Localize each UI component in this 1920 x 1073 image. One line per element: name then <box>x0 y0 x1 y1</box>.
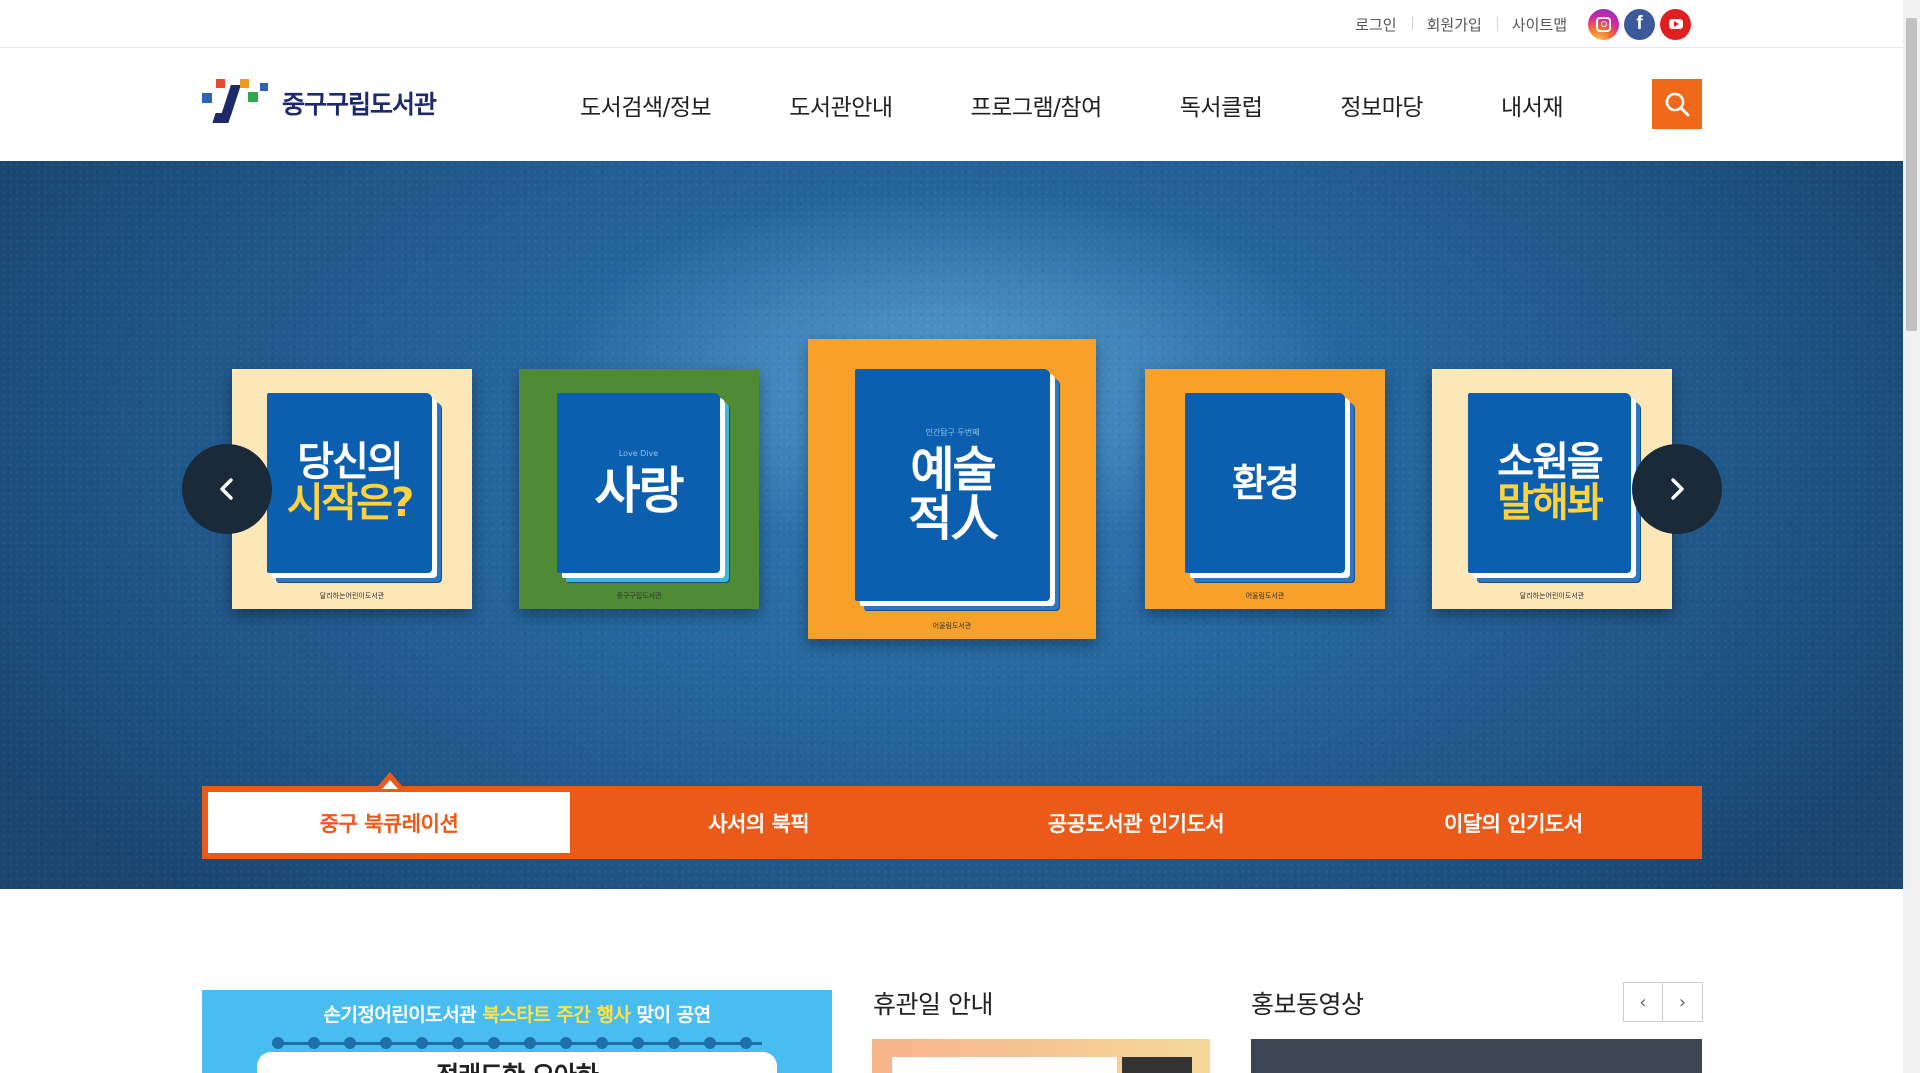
promo-video-thumbnail[interactable] <box>1251 1039 1702 1073</box>
nav-library-info[interactable]: 도서관안내 <box>789 88 893 122</box>
book-title: 사랑 <box>594 462 685 520</box>
search-button[interactable] <box>1652 79 1702 129</box>
book-title: 말해봐 <box>1497 480 1603 526</box>
curation-tabs: 중구 북큐레이션 사서의 북픽 공공도서관 인기도서 이달의 인기도서 <box>202 772 1702 859</box>
nav-reading-club[interactable]: 독서클럽 <box>1180 88 1263 122</box>
book-title: 환경 <box>1232 460 1300 505</box>
page: 로그인 회원가입 사이트맵 f 중구구립도서관 도서검색/정보 도서관안내 프로… <box>0 0 1920 1073</box>
video-nav: ‹ › <box>1623 982 1703 1022</box>
carousel-slide[interactable]: 환경 어울림도서관 <box>1145 369 1385 609</box>
closed-days-title[interactable]: 휴관일 안내 <box>873 985 993 1021</box>
book-cover: Love Dive 사랑 <box>557 393 720 573</box>
nav-book-search[interactable]: 도서검색/정보 <box>580 88 712 122</box>
sitemap-link[interactable]: 사이트맵 <box>1496 14 1582 35</box>
tab-librarian-pick[interactable]: 사서의 북픽 <box>570 792 947 853</box>
login-link[interactable]: 로그인 <box>1340 14 1411 35</box>
book-title: 소원을 <box>1497 439 1603 486</box>
closed-days-calendar <box>872 1039 1210 1073</box>
event-banner[interactable]: 손기정어린이도서관 북스타트 주간 행사 맞이 공연 정래도한 오아하 <box>202 990 832 1073</box>
facebook-icon[interactable]: f <box>1624 8 1655 40</box>
site-logo[interactable]: 중구구립도서관 <box>202 79 437 127</box>
carousel-slide-active[interactable]: 인간탐구 두번째 예술 적人 어울림도서관 <box>808 339 1096 639</box>
tab-junggu-curation[interactable]: 중구 북큐레이션 <box>208 772 570 853</box>
book-subtitle: 인간탐구 두번째 <box>925 427 980 437</box>
slide-footer: 달리하는어린이도서관 <box>1519 592 1585 600</box>
logo-mark-icon <box>202 79 272 127</box>
book-cover: 환경 <box>1185 393 1345 573</box>
slide-footer: 중구구립도서관 <box>616 592 662 600</box>
book-title: 시작은? <box>286 480 415 526</box>
book-curation-carousel: 당신의 시작은? 달리하는어린이도서관 Love Dive 사랑 중구구립도서관… <box>0 161 1903 889</box>
nav-info-plaza[interactable]: 정보마당 <box>1340 88 1423 122</box>
utility-links: 로그인 회원가입 사이트맵 f <box>1340 0 1691 48</box>
carousel-slide[interactable]: Love Dive 사랑 중구구립도서관 <box>519 369 759 609</box>
banner-decoration <box>272 1037 762 1049</box>
nav-my-library[interactable]: 내서재 <box>1501 88 1563 122</box>
promo-video-title[interactable]: 홍보동영상 <box>1251 985 1364 1021</box>
nav-programs[interactable]: 프로그램/참여 <box>971 88 1103 122</box>
page-scrollbar[interactable] <box>1903 0 1920 1073</box>
video-prev-button[interactable]: ‹ <box>1623 982 1663 1022</box>
book-subtitle: Love Dive <box>618 449 659 458</box>
book-title: 당신의 <box>297 439 403 486</box>
book-title: 예술 <box>910 441 996 498</box>
sns-links: f <box>1588 8 1691 40</box>
main-content-section: 손기정어린이도서관 북스타트 주간 행사 맞이 공연 정래도한 오아하 휴관일 … <box>0 889 1903 1073</box>
scrollbar-thumb[interactable] <box>1906 18 1917 331</box>
chevron-right-icon <box>1671 478 1684 500</box>
banner-headline: 손기정어린이도서관 북스타트 주간 행사 맞이 공연 <box>202 1000 832 1027</box>
chevron-left-icon <box>220 478 233 500</box>
banner-headline-text: 맞이 공연 <box>630 1004 712 1026</box>
book-cover: 소원을 말해봐 <box>1468 393 1631 573</box>
search-icon <box>1665 92 1690 117</box>
banner-headline-text: 손기정어린이도서관 <box>323 1004 483 1026</box>
banner-headline-highlight: 북스타트 주간 행사 <box>482 1004 631 1026</box>
book-cover: 인간탐구 두번째 예술 적人 <box>855 369 1050 601</box>
header: 중구구립도서관 도서검색/정보 도서관안내 프로그램/참여 독서클럽 정보마당 … <box>0 49 1903 161</box>
video-next-button[interactable]: › <box>1663 982 1703 1022</box>
carousel-prev-button[interactable] <box>182 444 272 534</box>
main-navigation: 도서검색/정보 도서관안내 프로그램/참여 독서클럽 정보마당 내서재 <box>580 49 1564 161</box>
book-title: 적人 <box>908 490 998 547</box>
instagram-icon[interactable] <box>1588 8 1619 40</box>
logo-text: 중구구립도서관 <box>282 90 437 119</box>
banner-card-title: 정래도한 오아하 <box>436 1056 599 1073</box>
tab-monthly-popular[interactable]: 이달의 인기도서 <box>1325 792 1702 853</box>
slide-footer: 어울림도서관 <box>932 622 972 630</box>
youtube-icon[interactable] <box>1660 8 1691 40</box>
book-cover: 당신의 시작은? <box>267 393 432 573</box>
top-utility-bar: 로그인 회원가입 사이트맵 f <box>0 0 1903 48</box>
carousel-next-button[interactable] <box>1632 444 1722 534</box>
join-link[interactable]: 회원가입 <box>1411 14 1497 35</box>
banner-card: 정래도한 오아하 <box>257 1052 777 1073</box>
slide-footer: 달리하는어린이도서관 <box>319 592 385 600</box>
tab-public-popular[interactable]: 공공도서관 인기도서 <box>947 792 1324 853</box>
slide-footer: 어울림도서관 <box>1245 592 1285 600</box>
